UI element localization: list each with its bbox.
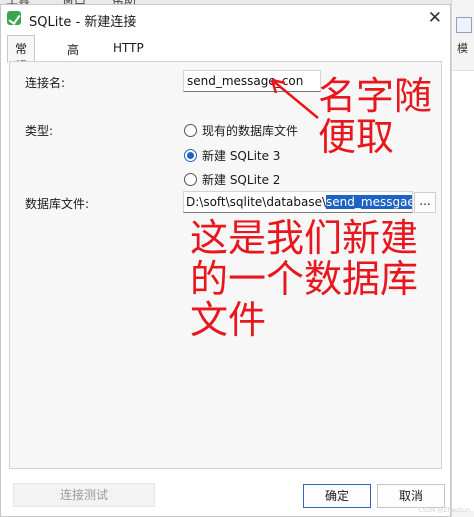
dialog-title: SQLite - 新建连接 [29, 15, 137, 30]
database-file-label: 数据库文件: [25, 197, 90, 211]
radio-new-sqlite3-label: 新建 SQLite 3 [202, 149, 281, 163]
type-label: 类型: [25, 124, 54, 138]
radio-button-unchecked[interactable] [184, 124, 197, 137]
radio-new-sqlite3[interactable]: 新建 SQLite 3 [184, 147, 280, 164]
database-file-field[interactable]: D:\soft\sqlite\database\send_messgae.db [183, 191, 413, 213]
annotation-name-note: 名字随便取 [318, 74, 433, 160]
connection-name-label: 连接名: [25, 76, 66, 90]
radio-existing-db-label: 现有的数据库文件 [202, 124, 299, 138]
radio-new-sqlite2-label: 新建 SQLite 2 [202, 173, 281, 187]
background-toolbar-label: 模 [457, 42, 468, 55]
test-connection-button[interactable]: 连接测试 [13, 483, 155, 507]
sqlite-app-icon [7, 11, 21, 25]
background-right-panel: 模 [451, 0, 474, 517]
cancel-button[interactable]: 取消 [377, 484, 445, 508]
close-icon[interactable]: ✕ [428, 8, 442, 28]
radio-button-unchecked[interactable] [184, 173, 197, 186]
ok-button[interactable]: 确定 [303, 484, 371, 508]
database-file-selected-name: send_messgae.db [326, 195, 412, 209]
background-panel-area [452, 70, 474, 511]
background-toolbar-icon[interactable] [456, 17, 472, 33]
dialog-titlebar[interactable]: SQLite - 新建连接 ✕ [1, 5, 450, 33]
watermark: CSDN @ZhaoSun [418, 507, 470, 514]
tab-http[interactable]: HTTP [105, 39, 152, 57]
radio-new-sqlite2[interactable]: 新建 SQLite 2 [184, 171, 280, 188]
database-file-path: D:\soft\sqlite\database\ [186, 195, 327, 209]
tab-general[interactable]: 常规 [7, 35, 36, 73]
radio-existing-db[interactable]: 现有的数据库文件 [184, 122, 298, 139]
radio-button-checked[interactable] [184, 149, 197, 162]
connection-name-field[interactable]: send_message_con [183, 70, 321, 92]
annotation-file-note: 这是我们新建的一个数据库文件 [190, 216, 419, 343]
browse-button[interactable]: ... [414, 192, 436, 213]
